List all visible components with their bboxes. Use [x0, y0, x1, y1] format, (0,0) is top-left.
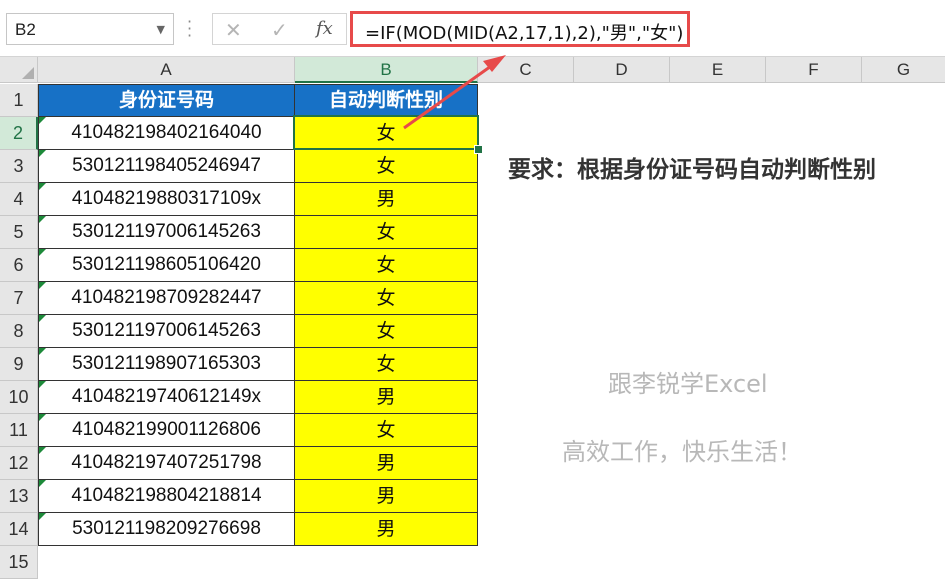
- row-header-11[interactable]: 11: [0, 414, 38, 447]
- id-cell[interactable]: 410482199001126806: [38, 414, 295, 447]
- name-box-value: B2: [15, 20, 36, 39]
- error-indicator-icon: [39, 447, 46, 454]
- table-header-id[interactable]: 身份证号码: [38, 84, 295, 117]
- chevron-down-icon[interactable]: ▼: [157, 23, 165, 36]
- error-indicator-icon: [39, 183, 46, 190]
- formula-input[interactable]: =IF(MOD(MID(A2,17,1),2),"男","女"): [350, 11, 690, 47]
- gender-cell[interactable]: 女: [295, 348, 478, 381]
- splitter-handle-icon[interactable]: · · ·: [187, 14, 192, 44]
- gender-cell[interactable]: 男: [295, 183, 478, 216]
- id-value: 530121198209276698: [72, 518, 261, 539]
- gender-cell[interactable]: 男: [295, 513, 478, 546]
- row-header-2[interactable]: 2: [0, 117, 38, 150]
- gender-cell[interactable]: 男: [295, 480, 478, 513]
- formula-bar: B2 ▼ · · · ✕ ✓ fx =IF(MOD(MID(A2,17,1),2),…: [0, 0, 945, 58]
- gender-cell[interactable]: 女: [295, 216, 478, 249]
- id-cell[interactable]: 410482198402164040: [38, 117, 295, 150]
- name-box[interactable]: B2 ▼: [6, 13, 174, 45]
- column-header-e[interactable]: E: [670, 57, 766, 83]
- row-header-13[interactable]: 13: [0, 480, 38, 513]
- id-cell[interactable]: 530121198405246947: [38, 150, 295, 183]
- column-header-b[interactable]: B: [295, 57, 478, 83]
- watermark-line-2: 高效工作，快乐生活！: [562, 438, 802, 466]
- id-value: 530121198605106420: [72, 254, 261, 275]
- column-header-a[interactable]: A: [38, 57, 295, 83]
- id-value: 530121198907165303: [72, 353, 261, 374]
- row-header-5[interactable]: 5: [0, 216, 38, 249]
- row-header-1[interactable]: 1: [0, 84, 38, 117]
- id-cell[interactable]: 410482198804218814: [38, 480, 295, 513]
- row-header-10[interactable]: 10: [0, 381, 38, 414]
- row-header-6[interactable]: 6: [0, 249, 38, 282]
- row-header-3[interactable]: 3: [0, 150, 38, 183]
- error-indicator-icon: [39, 150, 46, 157]
- enter-icon[interactable]: ✓: [271, 18, 288, 42]
- error-indicator-icon: [39, 348, 46, 355]
- gender-cell[interactable]: 女: [295, 282, 478, 315]
- row-header-7[interactable]: 7: [0, 282, 38, 315]
- id-cell[interactable]: 530121197006145263: [38, 216, 295, 249]
- formula-buttons: ✕ ✓ fx: [212, 13, 347, 45]
- error-indicator-icon: [39, 480, 46, 487]
- insert-function-icon[interactable]: fx: [316, 18, 333, 39]
- id-value: 41048219740612149x: [71, 386, 262, 407]
- requirement-text: 要求：根据身份证号码自动判断性别: [508, 157, 876, 183]
- gender-cell[interactable]: 女: [295, 414, 478, 447]
- id-value: 410482198402164040: [71, 122, 262, 143]
- id-value: 530121198405246947: [72, 155, 261, 176]
- row-header-8[interactable]: 8: [0, 315, 38, 348]
- error-indicator-icon: [39, 282, 46, 289]
- row-header-4[interactable]: 4: [0, 183, 38, 216]
- error-indicator-icon: [39, 414, 46, 421]
- select-all-icon: [22, 67, 34, 79]
- id-value: 410482197407251798: [71, 452, 262, 473]
- id-value: 410482198709282447: [71, 287, 262, 308]
- column-header-g[interactable]: G: [862, 57, 945, 83]
- table-header-gender[interactable]: 自动判断性别: [295, 84, 478, 117]
- row-header-12[interactable]: 12: [0, 447, 38, 480]
- gender-cell[interactable]: 女: [295, 249, 478, 282]
- id-cell[interactable]: 530121198605106420: [38, 249, 295, 282]
- formula-text: =IF(MOD(MID(A2,17,1),2),"男","女"): [365, 23, 684, 44]
- gender-cell[interactable]: 女: [295, 150, 478, 183]
- id-value: 530121197006145263: [72, 320, 261, 341]
- id-value: 530121197006145263: [72, 221, 261, 242]
- error-indicator-icon: [39, 117, 46, 124]
- gender-cell[interactable]: 男: [295, 381, 478, 414]
- gender-cell[interactable]: 女: [295, 315, 478, 348]
- cancel-icon[interactable]: ✕: [225, 18, 242, 42]
- column-header-f[interactable]: F: [766, 57, 862, 83]
- id-cell[interactable]: 530121198209276698: [38, 513, 295, 546]
- column-header-d[interactable]: D: [574, 57, 670, 83]
- row-header-15[interactable]: 15: [0, 546, 38, 579]
- column-header-c[interactable]: C: [478, 57, 574, 83]
- id-cell[interactable]: 530121198907165303: [38, 348, 295, 381]
- id-cell[interactable]: 41048219740612149x: [38, 381, 295, 414]
- id-cell[interactable]: 410482198709282447: [38, 282, 295, 315]
- error-indicator-icon: [39, 249, 46, 256]
- id-value: 410482198804218814: [71, 485, 262, 506]
- id-value: 410482199001126806: [72, 419, 261, 440]
- watermark-line-1: 跟李锐学Excel: [608, 370, 768, 398]
- id-value: 41048219880317109x: [71, 188, 262, 209]
- fill-handle[interactable]: [474, 145, 483, 154]
- select-all-button[interactable]: [0, 57, 38, 83]
- active-cell-border: [293, 115, 479, 150]
- id-cell[interactable]: 530121197006145263: [38, 315, 295, 348]
- gender-cell[interactable]: 男: [295, 447, 478, 480]
- id-cell[interactable]: 410482197407251798: [38, 447, 295, 480]
- error-indicator-icon: [39, 381, 46, 388]
- error-indicator-icon: [39, 513, 46, 520]
- row-header-14[interactable]: 14: [0, 513, 38, 546]
- error-indicator-icon: [39, 216, 46, 223]
- id-cell[interactable]: 41048219880317109x: [38, 183, 295, 216]
- row-header-9[interactable]: 9: [0, 348, 38, 381]
- error-indicator-icon: [39, 315, 46, 322]
